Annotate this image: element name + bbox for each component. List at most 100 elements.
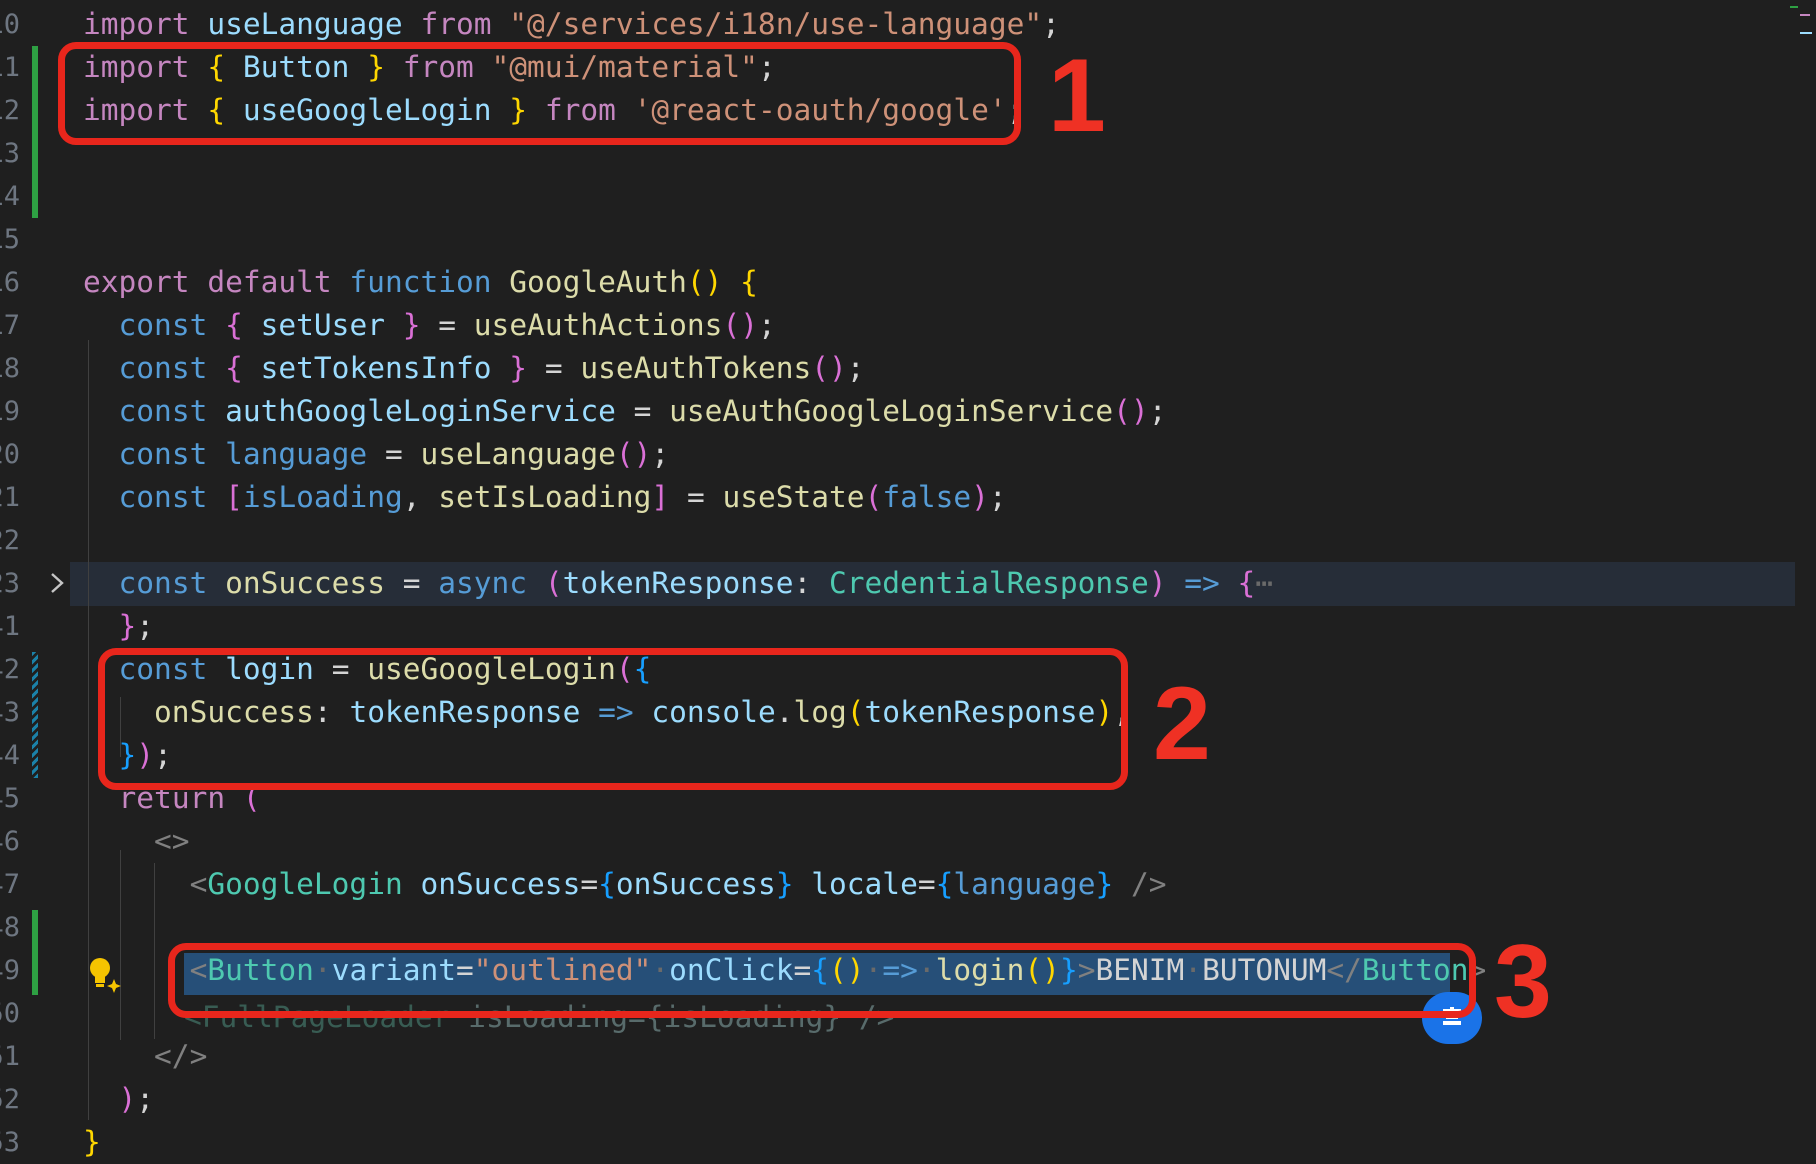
annotation-label-1: 1: [1048, 38, 1106, 154]
minimap-mark: [1800, 14, 1810, 16]
line-number[interactable]: 48: [0, 906, 20, 949]
code-token: useLanguage: [420, 437, 616, 471]
code-line[interactable]: 53}: [0, 1121, 1790, 1164]
code-token: }: [775, 867, 812, 901]
code-token: setTokensInfo: [260, 351, 510, 385]
code-line[interactable]: 52 );: [0, 1078, 1790, 1121]
code-text[interactable]: const language = useLanguage();: [83, 433, 670, 476]
line-number[interactable]: 20: [0, 433, 20, 476]
code-token: const: [118, 394, 226, 428]
line-number[interactable]: 21: [0, 476, 20, 519]
code-line[interactable]: 21 const [isLoading, setIsLoading] = use…: [0, 476, 1790, 519]
line-number[interactable]: 16: [0, 261, 20, 304]
code-token: }: [402, 308, 439, 342]
code-token: <>: [154, 824, 190, 858]
annotation-label-3: 3: [1494, 924, 1552, 1040]
line-number[interactable]: 22: [0, 519, 20, 562]
code-text[interactable]: }: [83, 1121, 101, 1164]
line-number[interactable]: 52: [0, 1078, 20, 1121]
line-number[interactable]: 18: [0, 347, 20, 390]
code-line[interactable]: 47 <GoogleLogin onSuccess={onSuccess} lo…: [0, 863, 1790, 906]
code-token: function: [349, 265, 510, 299]
code-line[interactable]: 41 };: [0, 605, 1790, 648]
line-number[interactable]: 14: [0, 175, 20, 218]
line-number[interactable]: 50: [0, 992, 20, 1035]
code-token: =: [917, 867, 936, 901]
line-number[interactable]: 51: [0, 1035, 20, 1078]
code-text[interactable]: <GoogleLogin onSuccess={onSuccess} local…: [83, 863, 1167, 906]
code-token: }: [509, 351, 545, 385]
line-number[interactable]: 19: [0, 390, 20, 433]
code-text[interactable]: };: [83, 605, 155, 648]
line-number[interactable]: 17: [0, 304, 20, 347]
code-line[interactable]: 23 const onSuccess = async (tokenRespons…: [0, 562, 1790, 605]
code-token: ;: [846, 351, 865, 385]
code-text[interactable]: const { setTokensInfo } = useAuthTokens(…: [83, 347, 865, 390]
line-number[interactable]: 43: [0, 691, 20, 734]
line-number[interactable]: 12: [0, 89, 20, 132]
code-line[interactable]: 19 const authGoogleLoginService = useAut…: [0, 390, 1790, 433]
code-token: "@/services/i18n/use-language": [509, 7, 1043, 41]
code-token: useAuthGoogleLoginService: [669, 394, 1114, 428]
code-text[interactable]: const onSuccess = async (tokenResponse: …: [83, 562, 1274, 605]
code-token: const: [118, 308, 226, 342]
code-line[interactable]: 46 <>: [0, 820, 1790, 863]
line-number[interactable]: 42: [0, 648, 20, 691]
line-number[interactable]: 53: [0, 1121, 20, 1164]
line-number[interactable]: 47: [0, 863, 20, 906]
code-token: =: [686, 480, 723, 514]
code-token: ]: [651, 480, 687, 514]
annotation-box-2: [98, 648, 1128, 790]
code-token: useLanguage: [207, 7, 421, 41]
lightbulb-sparkle-icon[interactable]: [86, 955, 122, 993]
line-number[interactable]: 10: [0, 3, 20, 46]
code-token: {: [935, 867, 954, 901]
line-number[interactable]: 15: [0, 218, 20, 261]
line-number[interactable]: 41: [0, 605, 20, 648]
code-line[interactable]: 17 const { setUser } = useAuthActions();: [0, 304, 1790, 347]
line-number[interactable]: 46: [0, 820, 20, 863]
code-line[interactable]: 20 const language = useLanguage();: [0, 433, 1790, 476]
code-token: ;: [757, 308, 776, 342]
code-text[interactable]: import useLanguage from "@/services/i18n…: [83, 3, 1060, 46]
code-token: />: [1131, 867, 1167, 901]
line-number[interactable]: 49: [0, 949, 20, 992]
chevron-right-icon[interactable]: [44, 570, 70, 596]
code-token: const: [118, 480, 226, 514]
annotation-label-2: 2: [1153, 666, 1211, 782]
code-token: }: [1095, 867, 1131, 901]
code-line[interactable]: 22: [0, 519, 1790, 562]
code-line[interactable]: 15: [0, 218, 1790, 261]
line-number[interactable]: 44: [0, 734, 20, 777]
code-line[interactable]: 10 import useLanguage from "@/services/i1…: [0, 3, 1790, 46]
line-number[interactable]: 11: [0, 46, 20, 89]
code-text[interactable]: </>: [83, 1035, 207, 1078]
code-token: const: [118, 437, 226, 471]
code-line[interactable]: 51 </>: [0, 1035, 1790, 1078]
code-line[interactable]: 14: [0, 175, 1790, 218]
code-editor[interactable]: 10 import useLanguage from "@/services/i1…: [0, 0, 1816, 1159]
code-text[interactable]: const authGoogleLoginService = useAuthGo…: [83, 390, 1167, 433]
code-token: language: [953, 867, 1096, 901]
line-number[interactable]: 13: [0, 132, 20, 175]
code-line[interactable]: 18 const { setTokensInfo } = useAuthToke…: [0, 347, 1790, 390]
line-number[interactable]: 23: [0, 562, 20, 605]
code-text[interactable]: const { setUser } = useAuthActions();: [83, 304, 776, 347]
code-token: [: [225, 480, 243, 514]
line-number[interactable]: 45: [0, 777, 20, 820]
code-text[interactable]: const [isLoading, setIsLoading] = useSta…: [83, 476, 1007, 519]
code-text[interactable]: export default function GoogleAuth() {: [83, 261, 758, 304]
code-text[interactable]: );: [83, 1078, 155, 1121]
code-token: useAuthTokens: [580, 351, 812, 385]
code-token: {: [1237, 566, 1256, 600]
code-line[interactable]: 16 export default function GoogleAuth() {: [0, 261, 1790, 304]
code-token: }: [118, 609, 137, 643]
code-text[interactable]: <>: [83, 820, 190, 863]
code-token: =: [384, 437, 421, 471]
code-token: onSuccess: [225, 566, 403, 600]
